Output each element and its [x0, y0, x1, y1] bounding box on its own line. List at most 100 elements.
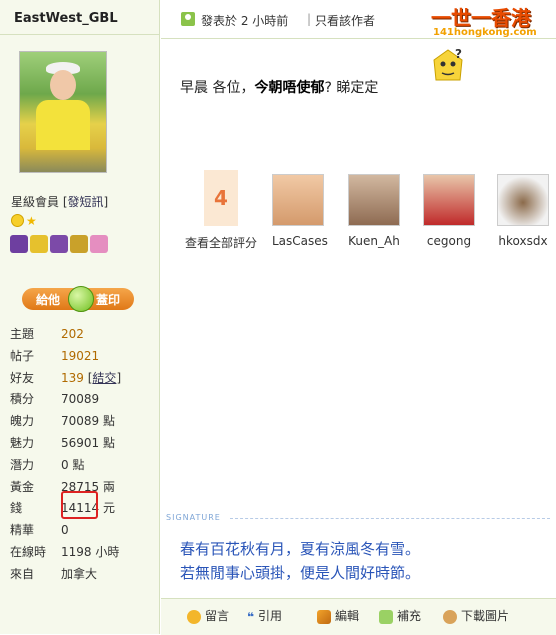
divider	[0, 34, 160, 35]
send-message-link[interactable]: 發短訊	[68, 195, 104, 209]
rating-count: 4	[214, 186, 228, 210]
medal-icon[interactable]	[50, 235, 68, 253]
svg-text:?: ?	[455, 47, 462, 61]
stat-value[interactable]: 202	[61, 327, 84, 341]
post-content: 早晨 各位，今朝唔使郁? 睇定定	[180, 77, 378, 97]
edit-button[interactable]: 編輯	[317, 607, 359, 624]
signature-divider	[230, 518, 550, 520]
avatar-face	[50, 70, 76, 100]
level-icons: ★	[11, 213, 37, 228]
rater-avatar[interactable]	[272, 174, 324, 226]
rater[interactable]: cegong	[423, 174, 475, 248]
quote-icon: ❝	[247, 609, 255, 624]
stat-value: 56901 點	[61, 435, 115, 450]
stat-key: 魄力	[10, 414, 35, 429]
stat-row: 積分 70089	[10, 389, 121, 411]
stat-row: 好友 139 [結交]	[10, 368, 121, 390]
stat-value: 0	[61, 523, 69, 538]
stat-row: 帖子 19021	[10, 346, 121, 368]
medal-icon[interactable]	[30, 235, 48, 253]
medal-icon[interactable]	[90, 235, 108, 253]
stat-row: 潛力 0 點	[10, 455, 121, 477]
post-actions: 留言 ❝ 引用 編輯 補充 下載圖片	[161, 598, 556, 635]
stat-value: 70089	[61, 392, 100, 407]
supplement-label: 補充	[397, 609, 422, 623]
comment-icon	[187, 609, 201, 624]
reply-label: 留言	[205, 609, 230, 623]
logo-url: 141hongkong.com	[433, 27, 537, 38]
reply-button[interactable]: 留言	[187, 607, 229, 624]
stat-key: 錢	[10, 501, 23, 516]
content-bold: 今朝唔使郁	[254, 80, 325, 96]
stat-key: 來自	[10, 566, 35, 581]
only-author-link[interactable]: 只看該作者	[315, 12, 375, 29]
rater-name[interactable]: hkoxsdx	[497, 234, 549, 248]
rater-avatar[interactable]	[497, 174, 549, 226]
smile-icon	[11, 214, 24, 227]
give-stamp-button[interactable]: 給他 蓋印	[22, 286, 134, 312]
avatar[interactable]	[19, 51, 107, 173]
stat-row: 來自 加拿大	[10, 564, 121, 586]
rank-label: 星級會員	[11, 195, 60, 209]
user-icon	[181, 12, 195, 26]
rater[interactable]: LasCases	[272, 174, 328, 248]
rater-name[interactable]: Kuen_Ah	[348, 234, 400, 248]
user-sidebar: EastWest_GBL 星級會員 [發短訊] ★ 給他 蓋印 主題 202 帖子…	[0, 0, 160, 634]
stat-key: 潛力	[10, 457, 35, 472]
content-text-end: ? 睇定定	[324, 80, 379, 96]
ball-icon	[68, 286, 94, 312]
avatar-shirt	[36, 100, 90, 150]
supplement-button[interactable]: 補充	[379, 607, 421, 624]
stat-row: 魄力 70089 點	[10, 411, 121, 433]
stat-value: 70089 點	[61, 414, 115, 429]
separator: |	[307, 12, 312, 26]
stat-value: 1198 小時	[61, 544, 120, 559]
stat-key: 魅力	[10, 435, 35, 450]
stat-value: 0 點	[61, 457, 85, 472]
add-icon	[379, 609, 393, 624]
download-icon	[443, 609, 457, 624]
view-all-ratings-link[interactable]: 查看全部評分	[185, 234, 257, 251]
site-logo: 一世一香港 141hongkong.com	[425, 0, 556, 40]
signature-line: 若無閒事心頭掛，便是人間好時節。	[180, 564, 421, 582]
edit-label: 編輯	[335, 609, 360, 623]
user-stats: 主題 202 帖子 19021 好友 139 [結交] 積分 70089 魄力 70089…	[10, 324, 121, 586]
rating-count-box: 4	[204, 170, 238, 226]
stamp-label: 蓋印	[95, 292, 120, 307]
download-label: 下載圖片	[461, 609, 510, 623]
stat-value[interactable]: 19021	[61, 349, 99, 363]
post-time: 發表於 2 小時前	[201, 14, 289, 28]
stat-row: 魅力 56901 點	[10, 433, 121, 455]
stat-row: 在線時 1198 小時	[10, 542, 121, 564]
signature-line: 春有百花秋有月，夏有涼風冬有雪。	[180, 540, 421, 558]
username[interactable]: EastWest_GBL	[14, 11, 118, 26]
stat-value[interactable]: 139	[61, 371, 84, 385]
content-text: 早晨 各位，	[180, 80, 255, 96]
pencil-icon	[317, 609, 331, 624]
stat-key: 黃金	[10, 479, 35, 494]
quote-label: 引用	[258, 609, 283, 623]
stat-row: 精華 0	[10, 520, 121, 542]
stat-key: 主題	[10, 327, 35, 341]
stat-row: 主題 202	[10, 324, 121, 346]
rater[interactable]: Kuen_Ah	[348, 174, 400, 248]
signature-text: 春有百花秋有月，夏有涼風冬有雪。 若無閒事心頭掛，便是人間好時節。	[180, 537, 420, 585]
rater-name[interactable]: LasCases	[272, 234, 328, 248]
stat-key: 精華	[10, 523, 35, 538]
rater-avatar[interactable]	[423, 174, 475, 226]
medal-icon[interactable]	[10, 235, 28, 253]
rater-name[interactable]: cegong	[423, 234, 475, 248]
quote-button[interactable]: ❝ 引用	[247, 607, 282, 624]
signature: SIGNATURE 春有百花秋有月，夏有涼風冬有雪。 若無閒事心頭掛，便是人間好…	[166, 513, 556, 582]
rater[interactable]: hkoxsdx	[497, 174, 549, 248]
rater-avatar[interactable]	[348, 174, 400, 226]
download-images-button[interactable]: 下載圖片	[443, 607, 509, 624]
stat-key: 好友	[10, 370, 35, 385]
star-icon: ★	[26, 213, 37, 228]
medals	[10, 235, 130, 258]
rank-row: 星級會員 [發短訊]	[11, 195, 109, 209]
stat-key: 帖子	[10, 348, 35, 363]
give-label: 給他	[36, 292, 61, 307]
medal-icon[interactable]	[70, 235, 88, 253]
add-friend-link[interactable]: 結交	[92, 371, 116, 385]
